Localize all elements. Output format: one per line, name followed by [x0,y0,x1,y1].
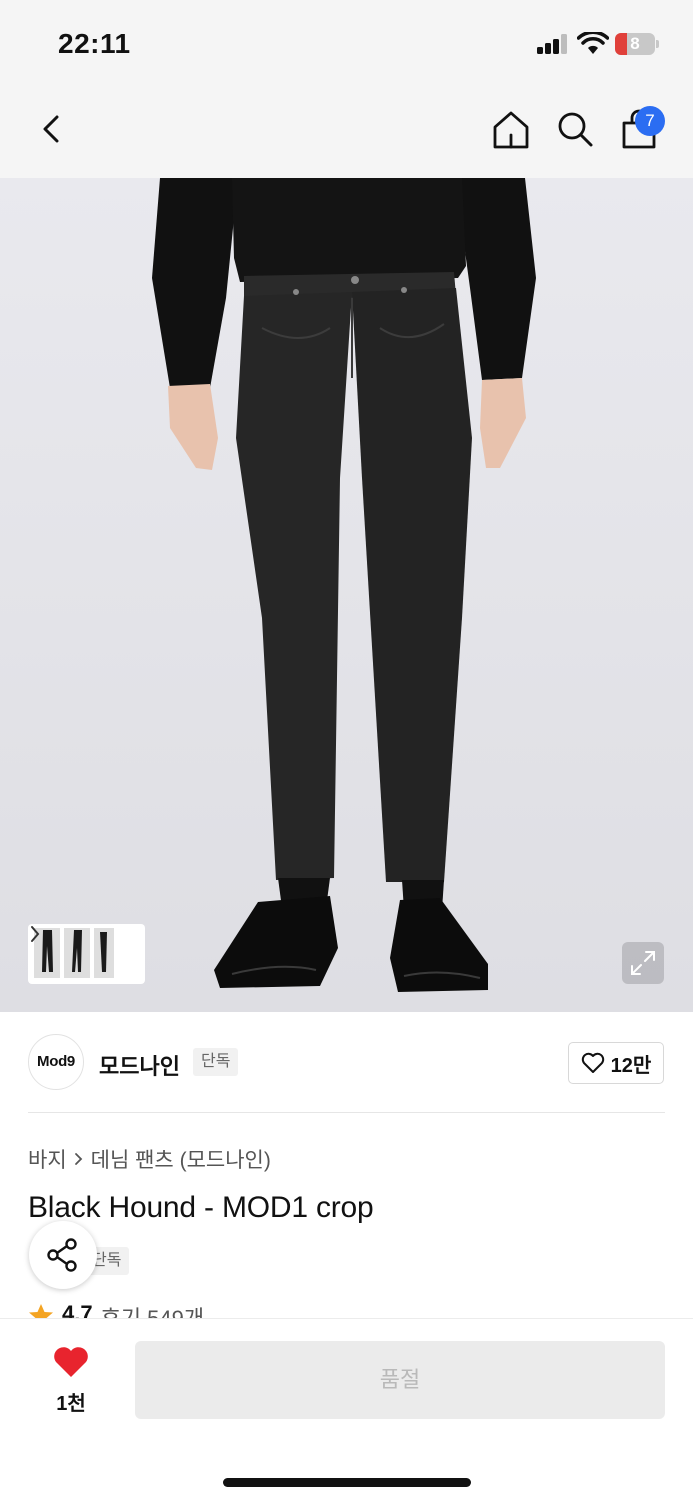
home-indicator [223,1478,471,1487]
expand-icon [631,951,655,975]
share-button[interactable] [29,1221,97,1289]
expand-image-button[interactable] [622,942,664,984]
brand-row: Mod9 모드나인 단독 12만 [0,1012,693,1114]
breadcrumb-subcategory[interactable]: 데님 팬츠 (모드나인) [91,1144,271,1174]
brand-logo[interactable]: Mod9 [28,1034,84,1090]
divider [28,1112,665,1113]
product-title: Black Hound - MOD1 crop [28,1191,374,1224]
thumbnail-image[interactable] [64,928,90,978]
sold-out-button[interactable]: 품절 [135,1341,665,1419]
heart-filled-icon[interactable] [52,1345,90,1379]
top-navigation [0,85,693,178]
cellular-signal-icon [537,34,569,54]
bottom-action-bar: 1천 품절 [0,1318,693,1500]
battery-level: 8 [630,34,640,53]
breadcrumb: 바지 데님 팬츠 (모드나인) [28,1144,271,1174]
heart-outline-icon [581,1052,604,1073]
status-bar: 22:11 8 [0,0,693,85]
home-icon[interactable] [491,107,531,151]
brand-like-button[interactable]: 12만 [568,1042,664,1084]
battery-icon: 8 [615,33,659,55]
chevron-right-icon [74,1153,82,1165]
review-count[interactable]: 후기 549개 [101,1301,205,1319]
breadcrumb-category[interactable]: 바지 [28,1144,67,1174]
cart-count-badge: 7 [635,106,665,136]
brand-like-count: 12만 [610,1054,652,1077]
image-thumbnail-strip[interactable] [28,924,145,984]
brand-name[interactable]: 모드나인 [99,1049,180,1081]
rating-score: 4.7 [62,1301,93,1319]
share-icon [47,1238,77,1272]
search-icon[interactable] [555,107,595,151]
product-photo [152,178,536,992]
star-icon [29,1304,53,1319]
rating-row[interactable]: 4.7 후기 549개 [28,1301,204,1319]
chevron-right-icon[interactable] [28,924,42,944]
brand-exclusive-badge: 단독 [193,1048,239,1076]
product-image[interactable] [0,178,693,1012]
status-time: 22:11 [58,28,131,59]
back-arrow-icon[interactable] [33,107,73,151]
thumbnail-image[interactable] [94,928,114,978]
wifi-icon [577,32,609,54]
wishlist-count: 1천 [56,1393,86,1415]
